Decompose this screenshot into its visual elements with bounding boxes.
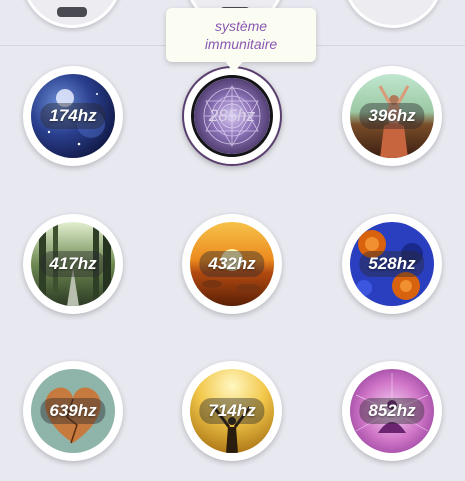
frequency-item-852[interactable]: 852hz bbox=[342, 361, 442, 461]
tooltip-arrow bbox=[225, 61, 243, 73]
frequency-label: 852hz bbox=[359, 398, 425, 424]
partial-item-right[interactable] bbox=[343, 0, 443, 28]
frequency-item-417[interactable]: 417hz bbox=[23, 214, 123, 314]
frequency-item-639[interactable]: 639hz bbox=[23, 361, 123, 461]
frequency-label: 714hz bbox=[199, 398, 265, 424]
frequency-label: 528hz bbox=[359, 251, 425, 277]
frequency-label: 285hz bbox=[208, 106, 256, 125]
frequency-item-528[interactable]: 528hz bbox=[342, 214, 442, 314]
partial-item-left-label bbox=[57, 7, 87, 17]
tooltip: système immunitaire bbox=[166, 8, 316, 73]
tooltip-line-2: immunitaire bbox=[204, 36, 278, 52]
partial-item-left[interactable] bbox=[22, 0, 122, 28]
frequency-label: 396hz bbox=[359, 103, 425, 129]
frequency-item-432[interactable]: 432hz bbox=[182, 214, 282, 314]
frequency-label: 417hz bbox=[40, 251, 106, 277]
tooltip-text: système immunitaire bbox=[166, 17, 316, 53]
tooltip-line-1: système bbox=[214, 18, 268, 34]
frequency-item-174[interactable]: 174hz bbox=[23, 66, 123, 166]
frequency-label: 174hz bbox=[40, 103, 106, 129]
frequency-item-285[interactable]: 285hz bbox=[182, 66, 282, 166]
frequency-item-396[interactable]: 396hz bbox=[342, 66, 442, 166]
frequency-item-714[interactable]: 714hz bbox=[182, 361, 282, 461]
frequency-label: 639hz bbox=[40, 398, 106, 424]
frequency-label: 432hz bbox=[199, 251, 265, 277]
